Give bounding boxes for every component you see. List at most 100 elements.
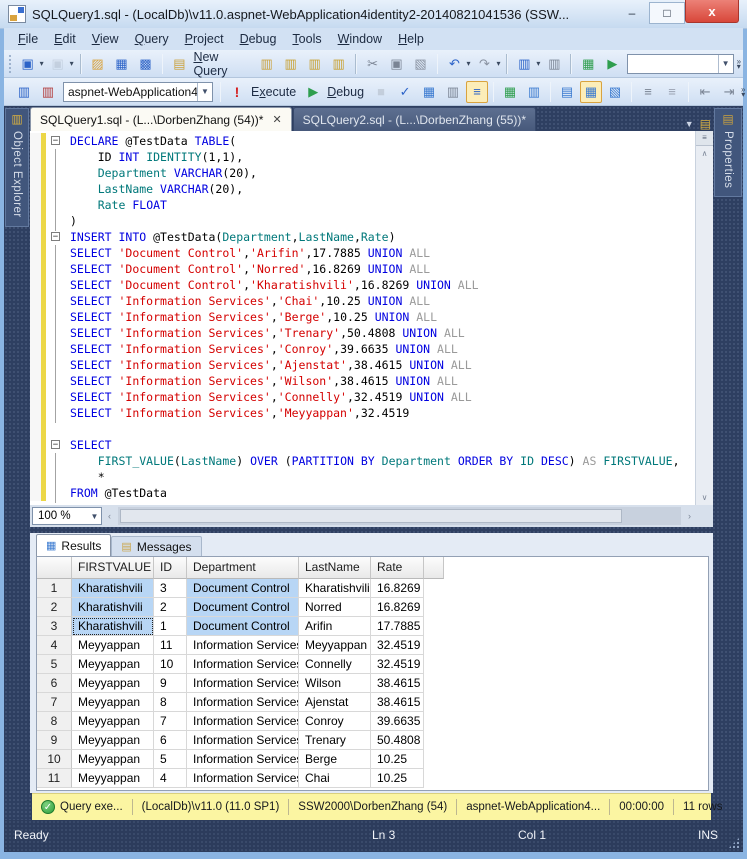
- active-files-icon[interactable]: ▤: [700, 117, 711, 131]
- paste-icon[interactable]: ▧: [410, 53, 432, 75]
- toolbar-overflow-icon[interactable]: »▾: [741, 87, 745, 97]
- grid-cell[interactable]: 32.4519: [371, 636, 424, 655]
- zoom-select[interactable]: 100 % ▼: [32, 507, 102, 525]
- row-header-cell[interactable]: 11: [37, 769, 72, 788]
- scroll-up-icon[interactable]: ∧: [696, 146, 713, 161]
- grid-cell[interactable]: Meyyappan: [72, 750, 154, 769]
- undo-icon[interactable]: ↶: [443, 53, 465, 75]
- grid-cell[interactable]: 6: [154, 731, 187, 750]
- close-tab-icon[interactable]: ✕: [272, 113, 281, 126]
- menu-view[interactable]: View: [84, 30, 127, 48]
- grid-column-header[interactable]: ID: [154, 557, 187, 579]
- grid-cell[interactable]: 38.4615: [371, 674, 424, 693]
- grid-cell[interactable]: Meyyappan: [72, 712, 154, 731]
- object-explorer-tab[interactable]: ▥ Object Explorer: [5, 108, 29, 227]
- activity-monitor-icon[interactable]: ▦: [577, 53, 599, 75]
- grid-cell[interactable]: Meyyappan: [72, 655, 154, 674]
- row-header-cell[interactable]: 1: [37, 579, 72, 598]
- grid-cell[interactable]: Information Services: [187, 674, 299, 693]
- copy-icon[interactable]: ▣: [386, 53, 408, 75]
- document-tab-1[interactable]: SQLQuery1.sql - (L...\DorbenZhang (54))*…: [30, 107, 292, 131]
- grid-cell[interactable]: Kharatishvili: [72, 598, 154, 617]
- grid-cell[interactable]: Arifin: [299, 617, 371, 636]
- scroll-left-icon[interactable]: ‹: [102, 511, 117, 521]
- grid-cell[interactable]: Wilson: [299, 674, 371, 693]
- grid-cell[interactable]: 38.4615: [371, 693, 424, 712]
- grid-cell[interactable]: 16.8269: [371, 598, 424, 617]
- execute-icon[interactable]: !: [226, 81, 248, 103]
- grid-cell[interactable]: Information Services: [187, 693, 299, 712]
- grid-cell[interactable]: Ajenstat: [299, 693, 371, 712]
- grid-cell[interactable]: 2: [154, 598, 187, 617]
- grid-column-header[interactable]: FIRSTVALUE: [72, 557, 154, 579]
- new-item-dropdown-icon[interactable]: ▾: [40, 59, 44, 68]
- hscroll-thumb[interactable]: [120, 509, 622, 523]
- grid-cell[interactable]: Kharatishvili: [72, 617, 154, 636]
- object-search-icon[interactable]: ▥: [543, 53, 565, 75]
- grid-cell[interactable]: 3: [154, 579, 187, 598]
- minimize-button[interactable]: –: [615, 0, 649, 26]
- grid-cell[interactable]: 11: [154, 636, 187, 655]
- new-item-icon[interactable]: ▣: [17, 53, 39, 75]
- grid-cell[interactable]: Information Services: [187, 769, 299, 788]
- grid-cell[interactable]: Meyyappan: [72, 636, 154, 655]
- title-bar[interactable]: SQLQuery1.sql - (LocalDb)\v11.0.aspnet-W…: [0, 0, 747, 29]
- grid-cell[interactable]: Information Services: [187, 655, 299, 674]
- grid-cell[interactable]: Meyyappan: [299, 636, 371, 655]
- dmx-query-icon[interactable]: ▥: [304, 53, 326, 75]
- add-item-dropdown-icon[interactable]: ▾: [70, 59, 74, 68]
- save-all-icon[interactable]: ▩: [135, 53, 157, 75]
- undo-dropdown-icon[interactable]: ▾: [466, 59, 470, 68]
- editor-horizontal-scrollbar[interactable]: [118, 507, 681, 525]
- grid-cell[interactable]: 10.25: [371, 769, 424, 788]
- row-header-cell[interactable]: 7: [37, 693, 72, 712]
- connect-icon[interactable]: ▥: [13, 81, 35, 103]
- grid-cell[interactable]: Chai: [299, 769, 371, 788]
- start-icon[interactable]: ▶: [601, 53, 623, 75]
- grid-column-header[interactable]: LastName: [299, 557, 371, 579]
- grid-cell[interactable]: 39.6635: [371, 712, 424, 731]
- split-window-handle[interactable]: ≡: [696, 131, 713, 146]
- sql-editor[interactable]: −DECLARE @TestData TABLE( ID INT IDENTIT…: [30, 131, 713, 505]
- menu-debug[interactable]: Debug: [232, 30, 285, 48]
- grid-column-header[interactable]: Department: [187, 557, 299, 579]
- grid-cell[interactable]: 4: [154, 769, 187, 788]
- menu-query[interactable]: Query: [127, 30, 177, 48]
- grid-cell[interactable]: Kharatishvili: [72, 579, 154, 598]
- redo-dropdown-icon[interactable]: ▾: [496, 59, 500, 68]
- grid-cell[interactable]: 1: [154, 617, 187, 636]
- grid-cell[interactable]: Meyyappan: [72, 674, 154, 693]
- xmla-query-icon[interactable]: ▥: [328, 53, 350, 75]
- fold-margin[interactable]: −: [49, 133, 63, 149]
- properties-window-dropdown-icon[interactable]: ▾: [536, 59, 540, 68]
- results-tab-results[interactable]: ▦Results: [36, 534, 111, 556]
- row-header-cell[interactable]: 8: [37, 712, 72, 731]
- grid-cell[interactable]: 10.25: [371, 750, 424, 769]
- grid-cell[interactable]: Trenary: [299, 731, 371, 750]
- debug-label[interactable]: Debug: [325, 85, 369, 99]
- collapse-region-icon[interactable]: −: [51, 232, 60, 241]
- row-header-cell[interactable]: 9: [37, 731, 72, 750]
- row-header-cell[interactable]: 6: [37, 674, 72, 693]
- row-header-cell[interactable]: 5: [37, 655, 72, 674]
- maximize-button[interactable]: □: [649, 2, 685, 24]
- increase-indent-icon[interactable]: ⇥: [718, 81, 740, 103]
- scroll-down-icon[interactable]: ∨: [696, 490, 713, 505]
- collapse-region-icon[interactable]: −: [51, 440, 60, 449]
- grid-cell[interactable]: Document Control: [187, 617, 299, 636]
- row-header-cell[interactable]: 4: [37, 636, 72, 655]
- results-to-grid-icon[interactable]: ▦: [580, 81, 602, 103]
- scroll-right-icon[interactable]: ›: [682, 511, 697, 521]
- resize-grip[interactable]: [728, 837, 740, 849]
- toolbar-overflow-icon[interactable]: »▾: [737, 59, 741, 69]
- vscroll-track[interactable]: [696, 161, 713, 490]
- properties-window-icon[interactable]: ▥: [513, 53, 535, 75]
- collapse-region-icon[interactable]: −: [51, 136, 60, 145]
- decrease-indent-icon[interactable]: ⇤: [694, 81, 716, 103]
- grid-cell[interactable]: Meyyappan: [72, 693, 154, 712]
- row-header-cell[interactable]: 10: [37, 750, 72, 769]
- toolbar-grip[interactable]: [8, 54, 12, 74]
- include-client-statistics-icon[interactable]: ▥: [523, 81, 545, 103]
- grid-corner-cell[interactable]: [37, 557, 72, 579]
- grid-cell[interactable]: Document Control: [187, 598, 299, 617]
